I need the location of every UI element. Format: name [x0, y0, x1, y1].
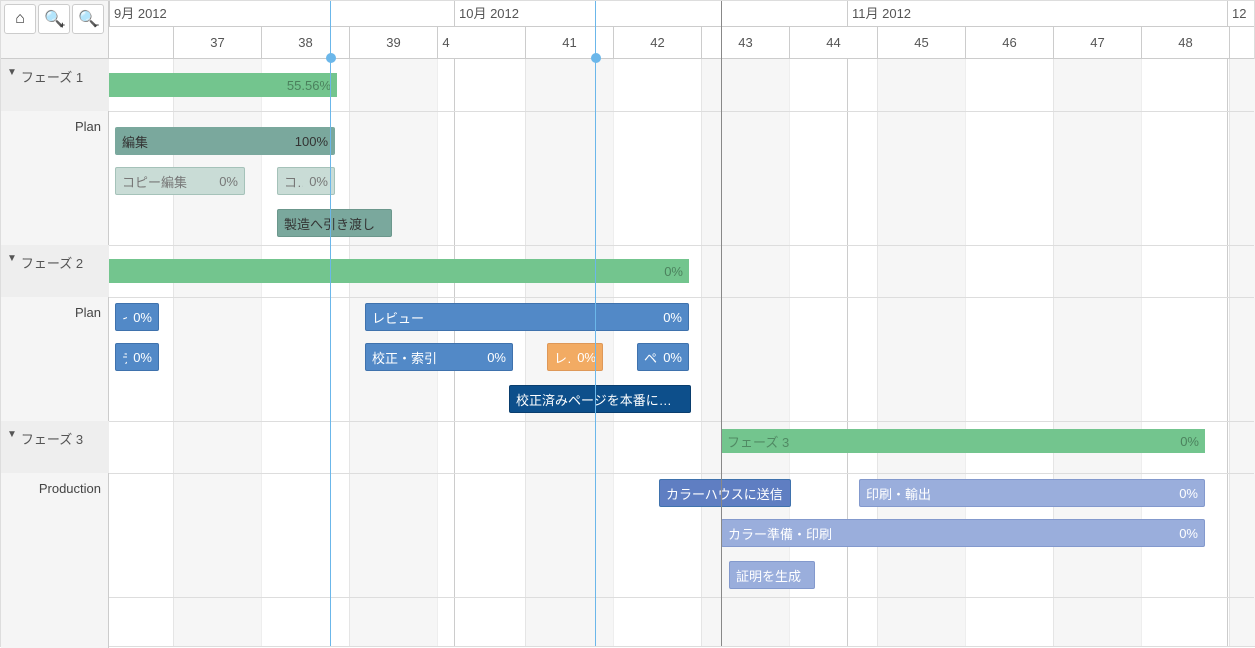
caret-icon: ▼	[7, 429, 17, 440]
bar-label: レビュー	[372, 308, 424, 327]
bar-label: レビ	[554, 348, 571, 367]
bar-label: フェーズ 3	[727, 432, 789, 451]
task-bar-page[interactable]: ペー0%	[637, 343, 689, 371]
time-cursor[interactable]	[595, 1, 596, 646]
row-label-text: Plan	[75, 305, 101, 320]
timeline-header: 9月 2012 10月 2012 11月 2012 12 37 38 39 4 …	[109, 1, 1254, 59]
bar-pct: 0%	[1174, 434, 1199, 449]
row-production: Production	[1, 473, 109, 597]
task-bar-in[interactable]: イ0%	[115, 303, 159, 331]
task-bar-copy2[interactable]: コピ0%	[277, 167, 335, 195]
bar-label: コピー編集	[122, 172, 187, 191]
week-cell: 38	[261, 27, 349, 59]
row-plan-2: Plan	[1, 297, 109, 421]
month-cell: 10月 2012	[454, 1, 847, 27]
gantt-container: ⌂ 🔍+ 🔍− ▼ フェーズ 1 Plan ▼ フェーズ 2 Plan ▼ フェーズ …	[0, 0, 1255, 647]
task-bar-de[interactable]: デ0%	[115, 343, 159, 371]
row-label-text: フェーズ 3	[21, 429, 83, 448]
summary-bar-phase3[interactable]: フェーズ 3 0%	[721, 429, 1205, 453]
month-cell: 9月 2012	[109, 1, 454, 27]
row-phase-1[interactable]: ▼ フェーズ 1	[1, 59, 109, 111]
chart-area[interactable]: 55.56% 編集 100% コピー編集0% コピ0% 製造へ引き渡し 0% イ…	[109, 59, 1254, 646]
task-bar-send[interactable]: 校正済みページを本番に送信	[509, 385, 691, 413]
zoom-in-button[interactable]: 🔍+	[38, 4, 70, 34]
task-bar-genproof[interactable]: 証明を生成	[729, 561, 815, 589]
zoom-in-icon: 🔍+	[44, 9, 64, 29]
home-icon: ⌂	[15, 10, 25, 28]
home-button[interactable]: ⌂	[4, 4, 36, 34]
caret-icon: ▼	[7, 253, 17, 264]
bar-pct: 55.56%	[281, 78, 331, 93]
task-bar-edit[interactable]: 編集 100%	[115, 127, 335, 155]
bar-pct: 0%	[1173, 486, 1198, 501]
week-cell: 42	[613, 27, 701, 59]
bar-label: コピ	[284, 172, 303, 191]
bar-pct: 0%	[481, 350, 506, 365]
month-row: 9月 2012 10月 2012 11月 2012 12	[109, 1, 1254, 27]
bar-label: 編集	[122, 132, 148, 151]
row-label-text: Production	[39, 481, 101, 496]
time-cursor-today	[721, 1, 722, 646]
bar-pct: 0%	[658, 264, 683, 279]
summary-bar-phase2[interactable]: 0%	[109, 259, 689, 283]
task-bar-print[interactable]: 印刷・輸出 0%	[859, 479, 1205, 507]
cursor-handle-icon[interactable]	[591, 53, 601, 63]
bar-pct: 0%	[657, 310, 682, 325]
row-phase-2[interactable]: ▼ フェーズ 2	[1, 245, 109, 297]
week-cell: 44	[789, 27, 877, 59]
bar-pct: 100%	[289, 134, 328, 149]
week-cell	[1229, 27, 1255, 59]
bar-pct: 0%	[213, 174, 238, 189]
cursor-handle-icon[interactable]	[326, 53, 336, 63]
caret-icon: ▼	[7, 67, 17, 78]
summary-bar-phase1[interactable]: 55.56%	[109, 73, 337, 97]
week-cell: 43	[701, 27, 789, 59]
bar-label: ペー	[644, 348, 657, 367]
week-row: 37 38 39 4 41 42 43 44 45 46 47 48	[109, 27, 1254, 59]
bar-pct: 0%	[303, 174, 328, 189]
week-cell: 39	[349, 27, 437, 59]
toolbar: ⌂ 🔍+ 🔍−	[4, 4, 104, 34]
bar-label: 印刷・輸出	[866, 484, 931, 503]
task-bar-colorhouse[interactable]: カラーハウスに送信	[659, 479, 791, 507]
task-bar-proof[interactable]: 校正・索引 0%	[365, 343, 513, 371]
zoom-out-button[interactable]: 🔍−	[72, 4, 104, 34]
row-label-text: Plan	[75, 119, 101, 134]
bar-label: カラーハウスに送信	[666, 484, 783, 503]
week-cell: 48	[1141, 27, 1229, 59]
bar-pct: 0%	[657, 350, 682, 365]
task-bar-colorprep[interactable]: カラー準備・印刷 0%	[721, 519, 1205, 547]
bar-label: 証明を生成	[736, 566, 801, 585]
bar-pct: 0%	[571, 350, 596, 365]
week-cell: 37	[173, 27, 261, 59]
task-bar-copyedit[interactable]: コピー編集 0%	[115, 167, 245, 195]
bar-pct: 0%	[1173, 526, 1198, 541]
week-cell: 47	[1053, 27, 1141, 59]
week-cell: 45	[877, 27, 965, 59]
month-cell: 12	[1227, 1, 1255, 27]
bar-pct: 0%	[127, 350, 152, 365]
time-cursor[interactable]	[330, 1, 331, 646]
task-bar-review[interactable]: レビュー 0%	[365, 303, 689, 331]
row-plan-1: Plan	[1, 111, 109, 245]
month-cell: 11月 2012	[847, 1, 1227, 27]
task-bar-handoff[interactable]: 製造へ引き渡し	[277, 209, 392, 237]
bar-label: 校正済みページを本番に送信	[516, 390, 684, 409]
week-cell: 46	[965, 27, 1053, 59]
bar-pct: 0%	[127, 310, 152, 325]
bar-label: カラー準備・印刷	[728, 524, 832, 543]
sidebar: ▼ フェーズ 1 Plan ▼ フェーズ 2 Plan ▼ フェーズ 3 Produc…	[1, 1, 109, 648]
row-label-text: フェーズ 1	[21, 67, 83, 86]
bar-label: 校正・索引	[372, 348, 437, 367]
week-cell: 4	[437, 27, 454, 59]
zoom-out-icon: 🔍−	[78, 9, 98, 29]
row-phase-3[interactable]: ▼ フェーズ 3	[1, 421, 109, 473]
row-label-text: フェーズ 2	[21, 253, 83, 272]
